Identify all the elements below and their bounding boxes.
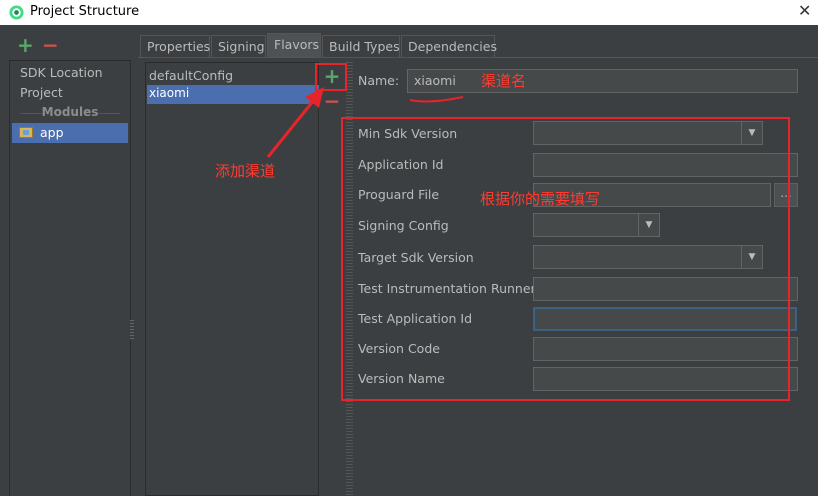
folder-module-icon <box>19 127 33 138</box>
close-icon[interactable]: ✕ <box>798 1 811 20</box>
annotation-add-button-box <box>315 63 347 91</box>
title-bar: Project Structure ✕ <box>0 0 818 25</box>
android-studio-icon <box>9 5 24 20</box>
sidebar-item-sdk-location[interactable]: SDK Location <box>20 65 103 80</box>
tab-bar: Properties Signing Flavors Build Types D… <box>138 33 818 58</box>
remove-flavor-button[interactable]: − <box>319 91 345 112</box>
annotation-channel-name: 渠道名 <box>481 72 527 90</box>
tab-properties[interactable]: Properties <box>140 35 210 57</box>
flavor-item-defaultconfig[interactable]: defaultConfig <box>149 68 233 83</box>
sidebar-item-app[interactable]: app <box>12 123 128 143</box>
flavor-item-label: xiaomi <box>149 86 190 100</box>
tab-dependencies[interactable]: Dependencies <box>401 35 497 57</box>
sidebar-item-project[interactable]: Project <box>20 85 63 100</box>
annotation-fields-box <box>341 117 790 401</box>
pane-splitter-handle[interactable] <box>130 320 134 340</box>
name-label: Name: <box>358 73 400 88</box>
flavor-item-xiaomi[interactable]: xiaomi <box>147 85 319 104</box>
sidebar-item-label: app <box>40 125 64 140</box>
window-title: Project Structure <box>30 4 140 19</box>
annotation-add-channel: 添加渠道 <box>215 162 276 180</box>
tab-signing[interactable]: Signing <box>211 35 266 57</box>
remove-icon[interactable]: − <box>42 35 59 55</box>
modules-header: Modules <box>10 105 130 119</box>
name-field[interactable]: xiaomi <box>407 69 798 93</box>
tab-build-types[interactable]: Build Types <box>322 35 400 57</box>
add-icon[interactable]: + <box>17 35 34 55</box>
tab-flavors[interactable]: Flavors <box>267 33 321 57</box>
annotation-fill-as-needed: 根据你的需要填写 <box>480 190 601 208</box>
flavor-list: defaultConfig xiaomi <box>145 62 319 496</box>
sidebar-list: SDK Location Project Modules app <box>9 60 131 496</box>
